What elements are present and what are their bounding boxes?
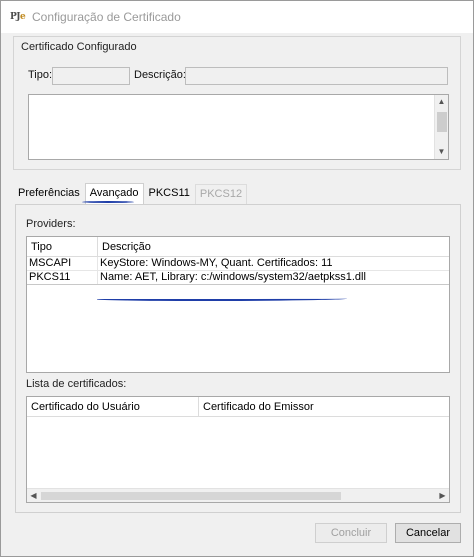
cell-descricao: KeyStore: Windows-MY, Quant. Certificado… <box>100 257 333 269</box>
descricao-label: Descrição: <box>134 69 186 81</box>
title-bar: PJe Configuração de Certificado <box>1 1 473 33</box>
details-vertical-scrollbar[interactable]: ▲ ▼ <box>434 95 448 159</box>
tipo-field <box>52 67 130 85</box>
scroll-right-icon[interactable]: ▶ <box>436 489 449 502</box>
tipo-label: Tipo: <box>28 69 53 81</box>
table-row[interactable]: MSCAPI KeyStore: Windows-MY, Quant. Cert… <box>27 257 449 271</box>
tab-preferencias[interactable]: Preferências <box>14 184 84 204</box>
configured-certificate-group: Certificado Configurado Tipo: Descrição:… <box>13 36 461 170</box>
table-row[interactable]: PKCS11 Name: AET, Library: c:/windows/sy… <box>27 271 449 285</box>
tab-pkcs12: PKCS12 <box>194 184 248 204</box>
providers-table-header: Tipo Descrição <box>27 237 449 257</box>
horizontal-scroll-thumb[interactable] <box>41 492 341 500</box>
scroll-left-icon[interactable]: ◀ <box>27 489 40 502</box>
window-title: Configuração de Certificado <box>32 10 181 24</box>
concluir-button[interactable]: Concluir <box>315 523 387 543</box>
list-horizontal-scrollbar[interactable]: ◀ ▶ <box>27 488 449 502</box>
col-header-user-cert[interactable]: Certificado do Usuário <box>27 397 199 416</box>
certificate-list-header: Certificado do Usuário Certificado do Em… <box>27 397 449 417</box>
group-legend-configured: Certificado Configurado <box>21 41 137 53</box>
cell-tipo: PKCS11 <box>27 271 98 284</box>
library-annotation-underline <box>97 297 347 301</box>
providers-table: Tipo Descrição MSCAPI KeyStore: Windows-… <box>26 236 450 373</box>
certificate-details-textarea[interactable]: ▲ ▼ <box>28 94 449 160</box>
advanced-tab-panel: Providers: Tipo Descrição MSCAPI KeyStor… <box>15 204 461 513</box>
scroll-down-icon[interactable]: ▼ <box>435 145 448 159</box>
tab-annotation-underline <box>82 201 134 203</box>
col-header-descricao[interactable]: Descrição <box>98 237 449 256</box>
col-header-tipo[interactable]: Tipo <box>27 237 98 256</box>
certificate-list-label: Lista de certificados: <box>26 378 127 390</box>
scroll-up-icon[interactable]: ▲ <box>435 95 448 109</box>
pje-logo-icon: PJe <box>10 12 26 22</box>
tab-pkcs11[interactable]: PKCS11 <box>145 184 194 204</box>
providers-label: Providers: <box>26 218 76 230</box>
cell-tipo: MSCAPI <box>27 257 98 270</box>
cancelar-button[interactable]: Cancelar <box>395 523 461 543</box>
descricao-field <box>185 67 448 85</box>
col-header-issuer-cert[interactable]: Certificado do Emissor <box>199 397 449 416</box>
cell-descricao: Name: AET, Library: c:/windows/system32/… <box>100 271 366 283</box>
certificate-config-window: PJe Configuração de Certificado Certific… <box>0 0 474 557</box>
scroll-thumb[interactable] <box>437 112 447 132</box>
certificate-list-table: Certificado do Usuário Certificado do Em… <box>26 396 450 503</box>
